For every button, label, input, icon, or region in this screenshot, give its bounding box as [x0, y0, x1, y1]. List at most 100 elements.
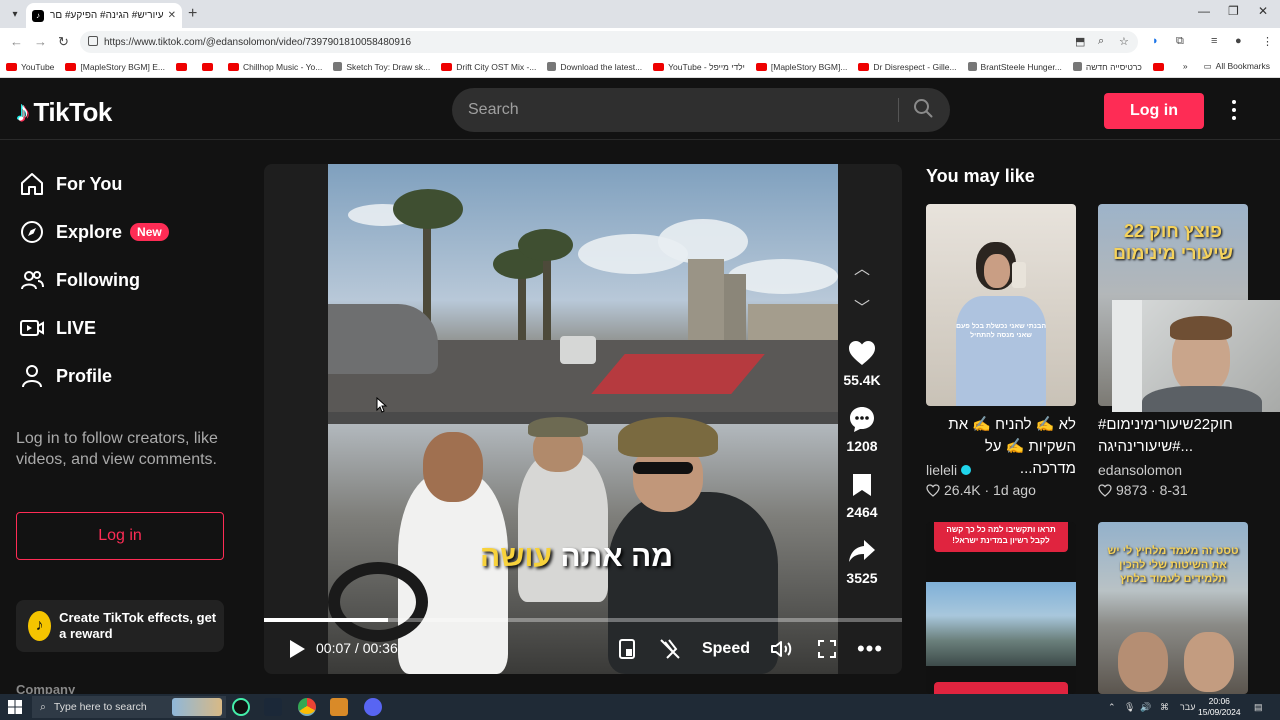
windows-start-icon[interactable] [8, 700, 22, 714]
bookmark-item[interactable] [1152, 62, 1168, 71]
like-button[interactable]: 55.4K [834, 338, 890, 388]
recommendation-title[interactable]: #חוק22שיעורימינימום #שיעורינהיגה... [1098, 414, 1248, 458]
bookmark-label: Drift City OST Mix -... [456, 61, 537, 72]
bookmark-item[interactable]: Download the latest... [547, 62, 642, 72]
media-icon[interactable]: ≡ [1211, 35, 1217, 47]
all-bookmarks-link[interactable]: » ▭ All Bookmarks [1183, 61, 1270, 72]
notifications-icon[interactable]: ▤ [1254, 702, 1263, 713]
bookmark-item[interactable]: YouTube - ילדי מייפל [653, 62, 745, 72]
discord-icon[interactable] [364, 698, 382, 716]
bookmark-item[interactable] [175, 62, 191, 71]
bookmark-item[interactable]: [MapleStory BGM] E... [65, 62, 165, 72]
input-language[interactable]: עבר [1180, 702, 1195, 712]
search-input[interactable]: Search [468, 101, 519, 119]
restore-icon[interactable]: ❐ [1228, 4, 1239, 18]
play-icon[interactable] [286, 638, 308, 660]
auto-scroll-off-icon[interactable] [658, 638, 682, 660]
video-player[interactable]: מה אתה עושה [264, 164, 902, 674]
bookmark-label: [MapleStory BGM] E... [80, 61, 165, 72]
tray-chevron-icon[interactable]: ⌃ [1108, 702, 1116, 713]
address-bar[interactable]: https://www.tiktok.com/@edansolomon/vide… [80, 31, 1138, 53]
site-info-icon[interactable] [88, 36, 98, 46]
create-effects-banner[interactable]: ♪ Create TikTok effects, get a reward [16, 600, 224, 652]
bookmark-item[interactable]: Dr Disrespect - Gille... [858, 62, 957, 72]
sidebar-item-for-you[interactable]: For You [18, 170, 122, 198]
recommendation-card-thumbnail[interactable]: הבנתי שאני נכשלת בכל פעם שאני מנסה להתחי… [926, 204, 1076, 406]
forward-icon[interactable]: → [34, 34, 47, 49]
username: edansolomon [1098, 462, 1183, 478]
install-icon[interactable]: ⬒ [1075, 35, 1085, 48]
browser-menu-icon[interactable]: ⋮ [1262, 35, 1273, 48]
sidebar-item-following[interactable]: Following [18, 266, 140, 294]
back-icon[interactable]: ← [10, 34, 23, 49]
tiktok-favicon-icon: ♪ [32, 9, 44, 22]
share-button[interactable]: 3525 [834, 536, 890, 586]
bookmark-item[interactable]: כרטיסייה חדשה [1072, 62, 1142, 72]
microphone-icon[interactable]: 🎙 [1124, 702, 1135, 713]
close-tab-icon[interactable]: ✕ [168, 10, 176, 21]
bookmark-item[interactable]: Sketch Toy: Draw sk... [333, 62, 430, 72]
reload-icon[interactable]: ↻ [58, 34, 69, 50]
verified-badge-icon [961, 465, 972, 475]
bookmark-item[interactable] [201, 62, 217, 71]
chrome-icon[interactable] [298, 698, 316, 716]
video-frame[interactable]: מה אתה עושה [328, 164, 838, 674]
recommendation-card-thumbnail[interactable]: תראו ותקשיבו למה כל כך קשה לקבל רשיון במ… [926, 522, 1076, 694]
speaker-icon[interactable]: 🔊 [1140, 702, 1151, 713]
new-tab-icon[interactable]: + [188, 5, 197, 23]
bookmark-item[interactable]: Chillhop Music - Yo... [227, 62, 322, 72]
login-button[interactable]: Log in [1104, 93, 1204, 129]
taskbar-clock[interactable]: 20:06 15/09/2024 [1198, 696, 1241, 718]
extension-icon[interactable]: ◗ [1152, 35, 1159, 47]
bookmark-label: [MapleStory BGM]... [770, 61, 848, 72]
sidebar-item-profile[interactable]: Profile [18, 362, 112, 390]
recommendation-stats: 9873 · 8-31 [1098, 482, 1188, 498]
search-icon[interactable] [913, 98, 933, 118]
bookmark-button[interactable]: 2464 [834, 470, 890, 520]
sidebar-item-label: LIVE [56, 317, 97, 338]
search-bar[interactable]: Search [452, 88, 950, 132]
extensions-puzzle-icon[interactable]: ⧉ [1176, 35, 1184, 48]
recommendation-user[interactable]: edansolomon [1098, 462, 1182, 478]
taskbar-search[interactable]: ⌕ Type here to search [32, 696, 226, 718]
bookmark-item[interactable]: Drift City OST Mix -... [441, 62, 536, 72]
sidebar-item-live[interactable]: LIVE [18, 314, 96, 342]
username: lieleli [926, 462, 958, 478]
file-explorer-icon[interactable] [330, 698, 348, 716]
next-video-icon[interactable]: ﹀ [851, 295, 873, 317]
volume-icon[interactable] [770, 638, 794, 660]
obs-icon[interactable] [232, 698, 250, 716]
heart-icon [834, 338, 890, 368]
video-progress-bar[interactable] [264, 618, 902, 622]
more-options-icon[interactable] [1228, 100, 1240, 120]
steam-icon[interactable] [264, 698, 282, 716]
picture-in-picture-icon[interactable] [616, 638, 638, 660]
profile-avatar-icon[interactable]: ● [1235, 35, 1242, 47]
sidebar-item-explore[interactable]: Explore New [18, 218, 169, 246]
bookmark-star-icon[interactable]: ☆ [1119, 35, 1129, 48]
like-count: 26.4K [944, 482, 981, 498]
bookmark-item[interactable]: [MapleStory BGM]... [755, 61, 848, 72]
more-video-options-icon[interactable]: ••• [857, 636, 882, 661]
zoom-icon[interactable]: ⌕ [1098, 35, 1104, 48]
tiktok-logo[interactable]: ♪ TikTok [16, 96, 112, 128]
browser-tab[interactable]: ♪ עיוריש# הגינה# הפיקע# םרע# ✕ [26, 3, 182, 28]
recommendation-user[interactable]: lieleli [926, 462, 972, 478]
bookmark-item[interactable]: BrantSteele Hunger... [967, 62, 1062, 72]
recommendation-card-thumbnail[interactable]: טסט זה מעמד מלחיץ לי יש את השיטות שלי לה… [1098, 522, 1248, 694]
search-divider [898, 98, 899, 122]
tab-search-icon[interactable]: ▾ [6, 5, 24, 23]
minimize-icon[interactable]: — [1198, 4, 1210, 18]
comment-button[interactable]: 1208 [834, 404, 890, 454]
fullscreen-icon[interactable] [816, 638, 838, 660]
taskbar-search-input[interactable]: Type here to search [54, 701, 147, 713]
sidebar-item-label: Explore [56, 221, 123, 242]
previous-video-icon[interactable]: ︿ [851, 256, 873, 278]
sidebar-login-button[interactable]: Log in [16, 512, 224, 560]
speed-button[interactable]: Speed [700, 638, 752, 660]
more-bookmarks-icon[interactable]: » [1183, 61, 1188, 71]
network-icon[interactable]: ⌘ [1160, 702, 1169, 713]
comment-icon [834, 404, 890, 434]
bookmark-item[interactable]: YouTube [6, 62, 54, 72]
close-window-icon[interactable]: ✕ [1258, 4, 1268, 18]
